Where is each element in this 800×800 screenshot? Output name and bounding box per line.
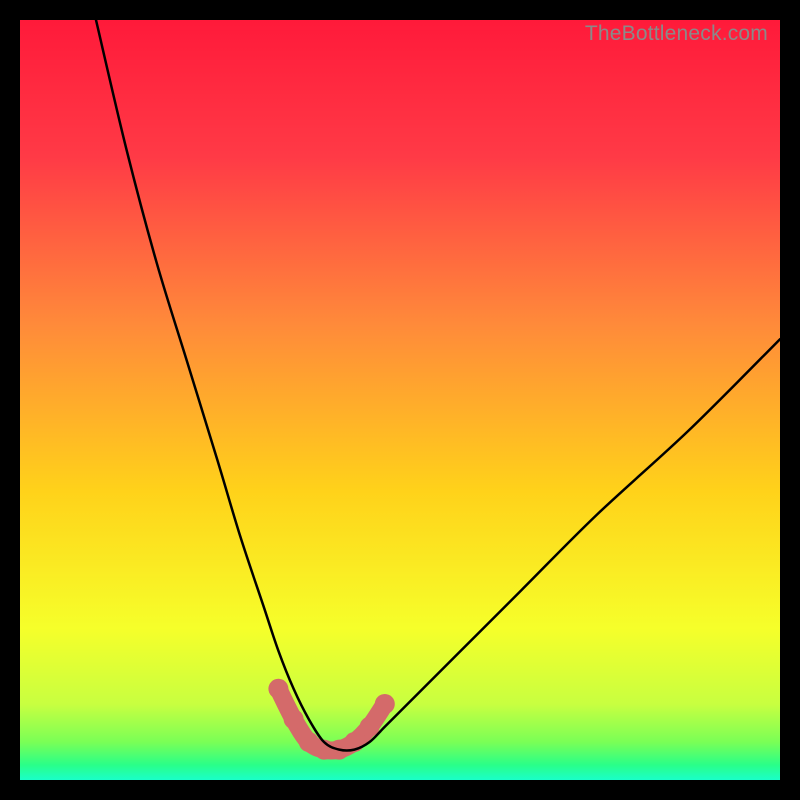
curve-layer <box>20 20 780 780</box>
chart-frame: TheBottleneck.com <box>0 0 800 800</box>
optimal-dot <box>375 694 395 714</box>
watermark-text: TheBottleneck.com <box>585 22 768 46</box>
bottleneck-curve <box>96 20 780 751</box>
plot-area: TheBottleneck.com <box>20 20 780 780</box>
optimal-dot <box>268 679 288 699</box>
optimal-dot <box>284 709 304 729</box>
